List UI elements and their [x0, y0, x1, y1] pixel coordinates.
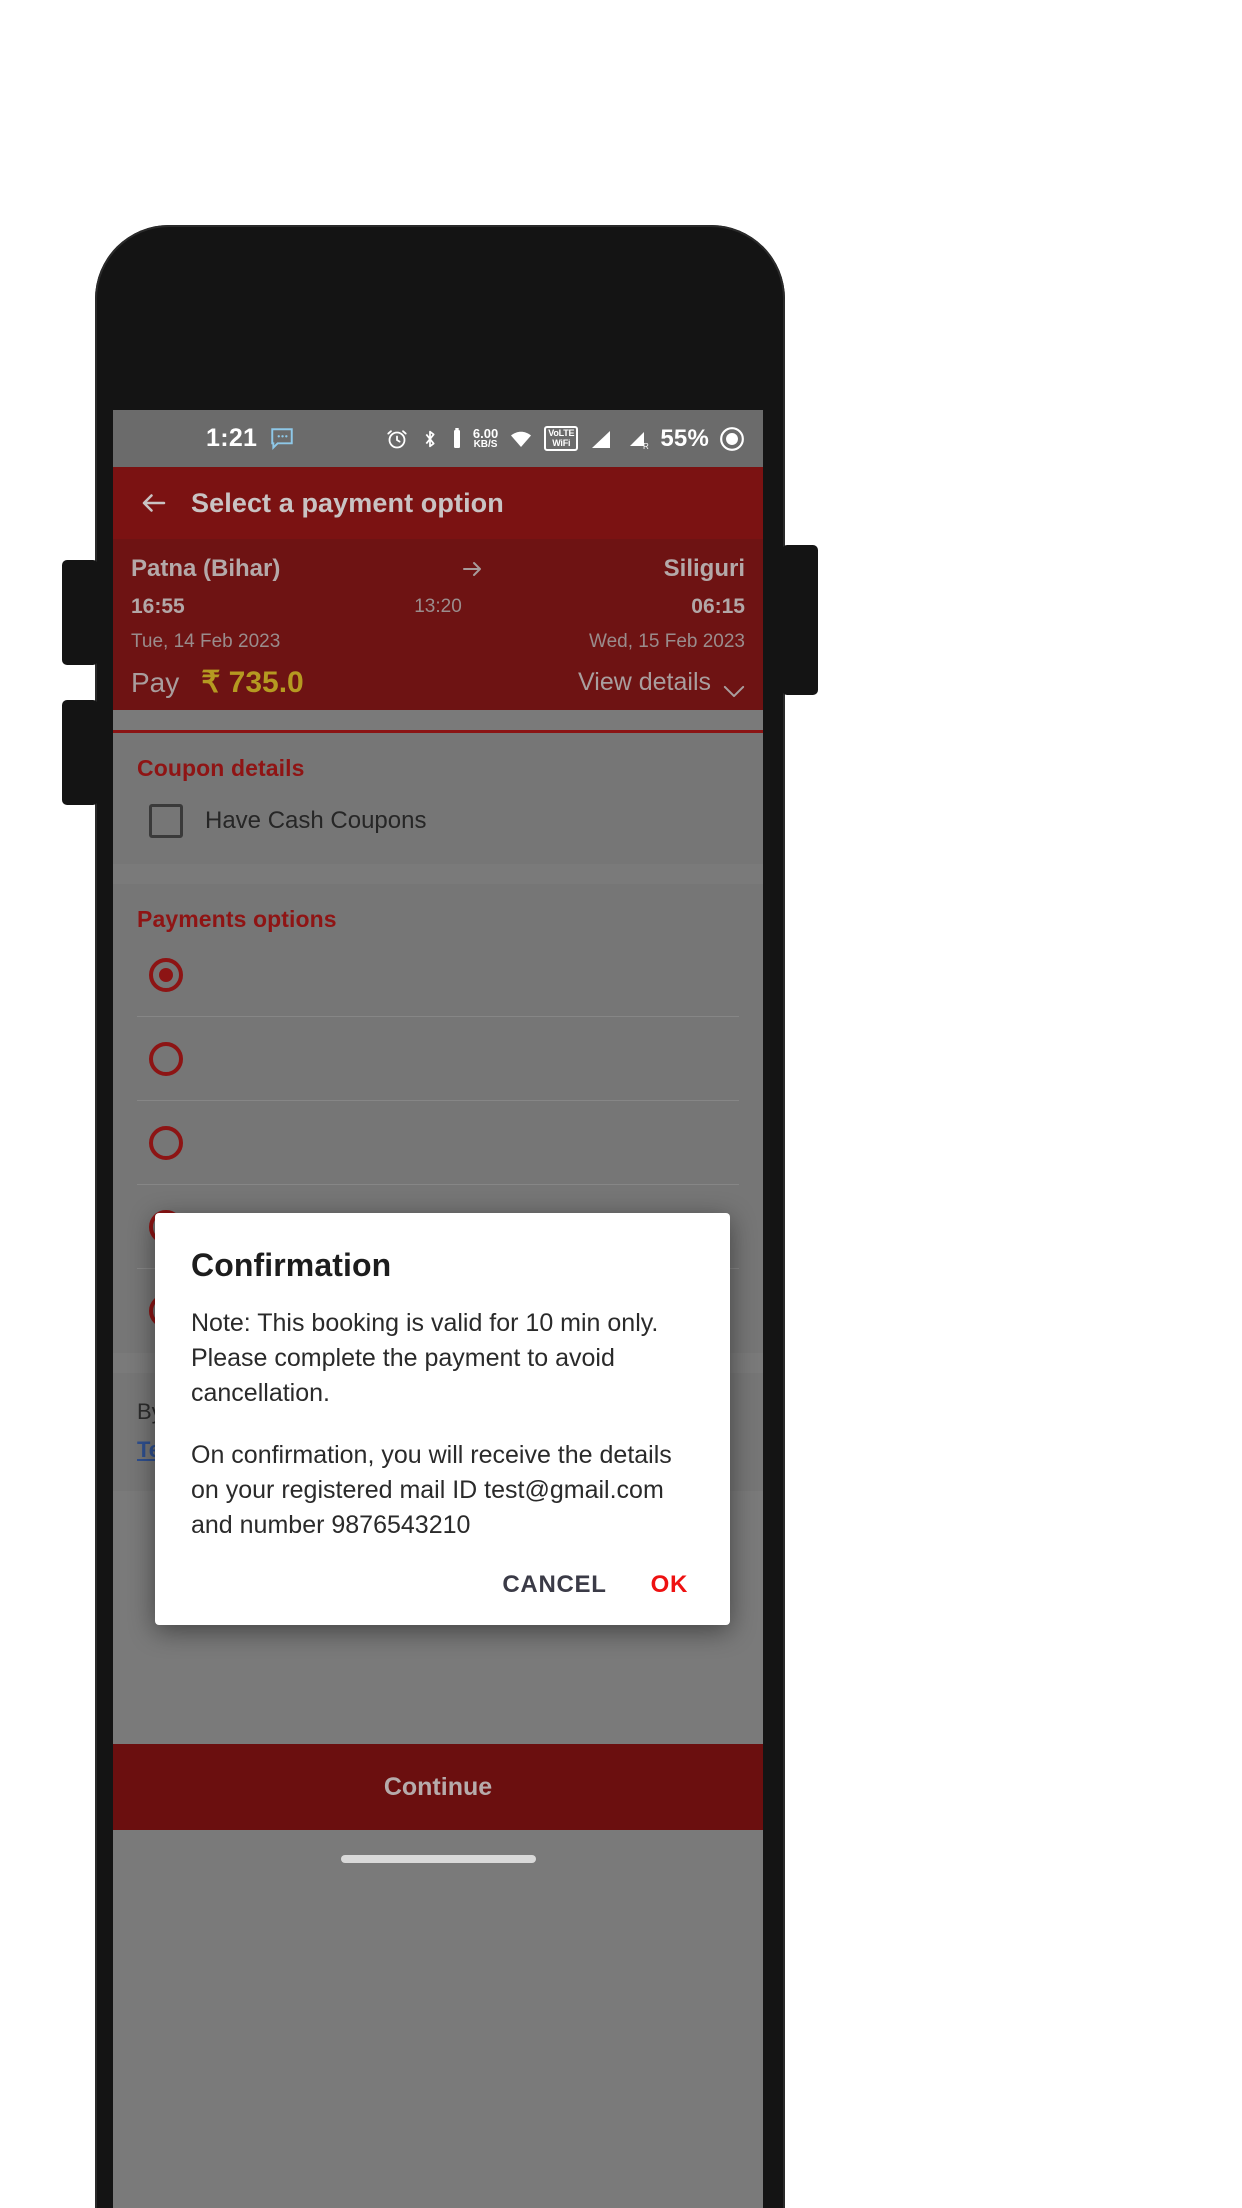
- continue-button-label: Continue: [383, 1772, 493, 1801]
- destination-city: Siliguri: [663, 555, 745, 582]
- origin-city: Patna (Bihar): [131, 555, 281, 582]
- volte-wifi-icon: VoLTE WiFi: [544, 426, 579, 451]
- section-gap: [113, 710, 763, 730]
- coupon-section: Coupon details Have Cash Coupons: [113, 730, 763, 864]
- journey-dates-row: Tue, 14 Feb 2023 Wed, 15 Feb 2023: [131, 631, 745, 653]
- page-title: Select a payment option: [191, 487, 504, 518]
- status-bar-right: 6.00 KB/S VoLTE WiFi R 55%: [385, 425, 745, 453]
- battery-small-icon: [451, 427, 463, 451]
- dialog-cancel-button[interactable]: CANCEL: [502, 1571, 606, 1599]
- battery-circle-icon: [719, 426, 745, 452]
- journey-duration: 13:20: [414, 596, 462, 617]
- payments-section-title: Payments options: [137, 906, 337, 932]
- continue-button[interactable]: Continue: [113, 1744, 763, 1830]
- journey-cities-row: Patna (Bihar) Siliguri: [131, 555, 745, 583]
- status-clock: 1:21: [206, 424, 258, 452]
- have-cash-coupons-row[interactable]: Have Cash Coupons: [137, 804, 739, 838]
- signal-roaming-icon: R: [624, 427, 650, 451]
- fare-group: Pay ₹ 735.0: [131, 665, 304, 700]
- dialog-body: Note: This booking is valid for 10 min o…: [191, 1306, 694, 1543]
- arrival-date: Wed, 15 Feb 2023: [589, 631, 745, 652]
- fare-row: Pay ₹ 735.0 View details: [131, 665, 745, 700]
- dialog-actions: CANCEL OK: [191, 1571, 694, 1605]
- payment-option-radio[interactable]: [149, 957, 183, 992]
- pay-amount: ₹ 735.0: [201, 666, 304, 699]
- payment-option-row[interactable]: [137, 1101, 739, 1185]
- arrow-right-icon: [458, 557, 486, 581]
- app-bar: Select a payment option: [113, 467, 763, 539]
- payment-option-row[interactable]: [137, 933, 739, 1017]
- view-details-label: View details: [578, 668, 711, 696]
- alarm-icon: [385, 427, 409, 451]
- status-bar: 1:21 6.00 KB/S VoLTE WiFi R 55%: [113, 410, 763, 467]
- payment-option-row[interactable]: [137, 1017, 739, 1101]
- payment-option-radio[interactable]: [149, 1041, 183, 1076]
- dialog-paragraph-1: Note: This booking is valid for 10 min o…: [191, 1309, 659, 1407]
- home-indicator[interactable]: [340, 1855, 536, 1863]
- payment-option-radio[interactable]: [149, 1125, 183, 1160]
- journey-summary: Patna (Bihar) Siliguri 16:55 13:20 06:15…: [113, 539, 763, 710]
- departure-time: 16:55: [131, 595, 185, 618]
- screenshot-root: 1:21 6.00 KB/S VoLTE WiFi R 55% Select a…: [0, 0, 1242, 2208]
- section-gap-2: [113, 864, 763, 884]
- battery-percentage: 55%: [660, 424, 709, 452]
- chevron-down-icon: [723, 676, 745, 698]
- confirmation-dialog: Confirmation Note: This booking is valid…: [155, 1213, 730, 1625]
- journey-times-row: 16:55 13:20 06:15: [131, 595, 745, 619]
- power-button[interactable]: [782, 545, 818, 695]
- status-bar-left: 1:21: [206, 424, 295, 453]
- view-details-button[interactable]: View details: [578, 668, 745, 698]
- system-navigation-bar: [113, 1830, 763, 1878]
- signal-bars-icon: [588, 427, 614, 451]
- data-rate-indicator: 6.00 KB/S: [472, 425, 499, 451]
- have-cash-coupons-label: Have Cash Coupons: [205, 807, 427, 834]
- svg-text:R: R: [643, 442, 649, 451]
- volume-down-button[interactable]: [62, 700, 98, 805]
- have-cash-coupons-checkbox[interactable]: [149, 804, 183, 838]
- bluetooth-icon: [419, 427, 441, 451]
- pay-label: Pay: [131, 667, 180, 698]
- arrival-time: 06:15: [691, 595, 745, 618]
- wifi-icon: [508, 427, 534, 451]
- departure-date: Tue, 14 Feb 2023: [131, 631, 281, 652]
- volume-up-button[interactable]: [62, 560, 98, 665]
- message-icon: [269, 426, 295, 452]
- dialog-title: Confirmation: [191, 1247, 392, 1283]
- coupon-section-title: Coupon details: [137, 755, 305, 781]
- dialog-paragraph-2: On confirmation, you will receive the de…: [191, 1441, 672, 1539]
- dialog-ok-button[interactable]: OK: [651, 1571, 688, 1599]
- back-arrow-icon[interactable]: [139, 488, 169, 518]
